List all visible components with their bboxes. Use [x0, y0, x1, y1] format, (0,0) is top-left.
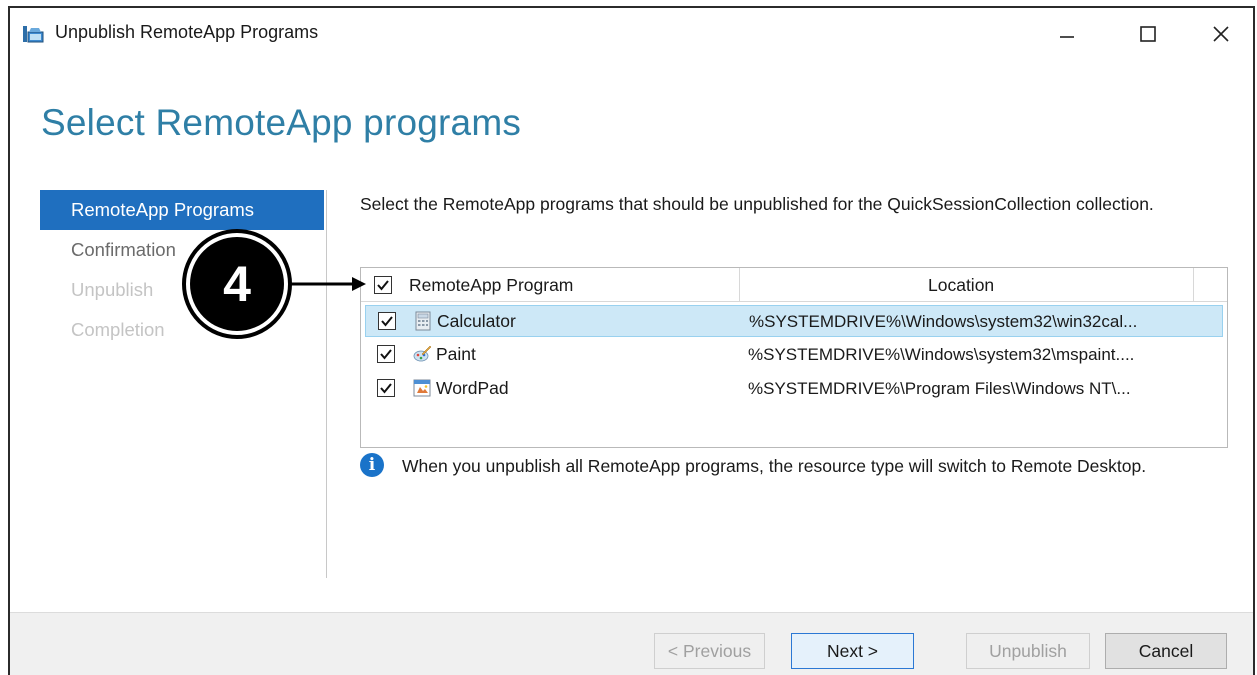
- close-icon: [1213, 26, 1229, 42]
- minimize-icon: [1060, 36, 1074, 38]
- maximize-icon: [1140, 26, 1156, 42]
- column-header-location[interactable]: Location: [928, 275, 994, 296]
- cancel-button[interactable]: Cancel: [1105, 633, 1227, 669]
- nav-divider: [326, 190, 327, 578]
- window-title: Unpublish RemoteApp Programs: [55, 22, 319, 42]
- program-name: WordPad: [436, 378, 509, 398]
- title-bar[interactable]: Unpublish RemoteApp Programs: [10, 8, 1253, 60]
- info-icon: i: [360, 453, 384, 477]
- table-row[interactable]: Calculator %SYSTEMDRIVE%\Windows\system3…: [365, 305, 1223, 337]
- programs-grid: RemoteApp Program Location Calculator %S…: [360, 267, 1228, 448]
- dialog-window: Unpublish RemoteApp Programs Select Remo…: [8, 6, 1255, 675]
- minimize-button[interactable]: [1036, 14, 1098, 54]
- next-button[interactable]: Next >: [791, 633, 914, 669]
- column-separator[interactable]: [739, 268, 740, 302]
- info-text: When you unpublish all RemoteApp program…: [402, 456, 1147, 476]
- program-name: Paint: [436, 344, 476, 364]
- checkmark-icon: [381, 316, 393, 327]
- program-location: %SYSTEMDRIVE%\Program Files\Windows NT\.…: [748, 379, 1131, 398]
- maximize-button[interactable]: [1117, 14, 1179, 54]
- footer-bar: < Previous Next > Unpublish Cancel: [10, 612, 1253, 675]
- nav-item-remoteapp-programs[interactable]: RemoteApp Programs: [40, 190, 324, 230]
- previous-button[interactable]: < Previous: [654, 633, 765, 669]
- column-separator[interactable]: [1193, 268, 1194, 302]
- grid-header: RemoteApp Program Location: [361, 268, 1227, 302]
- calculator-icon: [413, 311, 433, 331]
- close-button[interactable]: [1190, 14, 1252, 54]
- checkmark-icon: [380, 383, 392, 394]
- step-callout: 4: [182, 229, 292, 339]
- program-name: Calculator: [437, 311, 516, 331]
- checkmark-icon: [380, 349, 392, 360]
- callout-arrow-icon: [290, 277, 366, 291]
- program-location: %SYSTEMDRIVE%\Windows\system32\win32cal.…: [749, 312, 1138, 331]
- program-location: %SYSTEMDRIVE%\Windows\system32\mspaint..…: [748, 345, 1135, 364]
- wordpad-icon: [412, 378, 432, 398]
- row-checkbox[interactable]: [377, 379, 395, 397]
- checkmark-icon: [377, 280, 389, 291]
- select-all-checkbox[interactable]: [374, 276, 392, 294]
- description-text: Select the RemoteApp programs that shoul…: [360, 194, 1154, 214]
- unpublish-button[interactable]: Unpublish: [966, 633, 1090, 669]
- remoteapp-app-icon: [22, 24, 44, 44]
- row-checkbox[interactable]: [378, 312, 396, 330]
- table-row[interactable]: Paint %SYSTEMDRIVE%\Windows\system32\msp…: [365, 339, 1223, 371]
- table-row[interactable]: WordPad %SYSTEMDRIVE%\Program Files\Wind…: [365, 373, 1223, 405]
- page-title: Select RemoteApp programs: [41, 102, 522, 143]
- row-checkbox[interactable]: [377, 345, 395, 363]
- paint-icon: [412, 344, 432, 364]
- callout-number: 4: [190, 237, 284, 331]
- column-header-program[interactable]: RemoteApp Program: [409, 275, 573, 296]
